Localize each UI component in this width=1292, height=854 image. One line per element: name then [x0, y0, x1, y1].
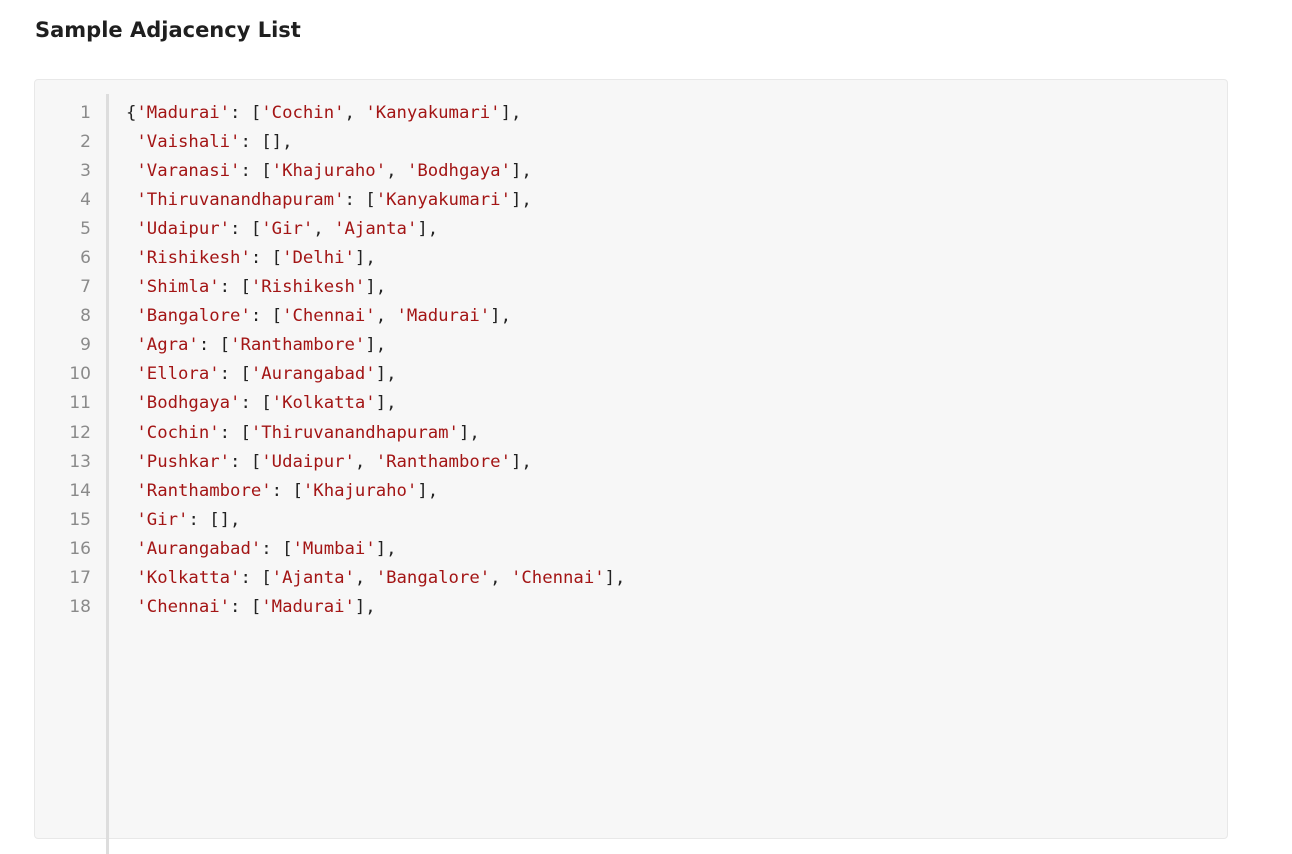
code-text: 'Cochin': ['Thiruvanandhapuram'],	[136, 422, 480, 443]
code-text: 'Thiruvanandhapuram': ['Kanyakumari'],	[136, 189, 532, 210]
code-line: 8 'Bangalore': ['Chennai', 'Madurai'],	[35, 302, 511, 331]
code-text: 'Rishikesh': ['Delhi'],	[136, 248, 376, 269]
line-number: 9	[80, 335, 91, 356]
code-line: 9 'Agra': ['Ranthambore'],	[35, 331, 386, 360]
code-line: 2 'Vaishali': [],	[35, 127, 292, 156]
code-block[interactable]: 1 {'Madurai': ['Cochin', 'Kanyakumari'], 2…	[34, 79, 1228, 854]
code-text: 'Aurangabad': ['Mumbai'],	[136, 538, 397, 559]
line-number: 12	[69, 422, 91, 443]
line-number: 2	[80, 131, 91, 152]
code-text: {'Madurai': ['Cochin', 'Kanyakumari'],	[126, 102, 522, 123]
line-number: 14	[69, 480, 91, 501]
line-number: 1	[80, 102, 91, 123]
line-number: 13	[69, 451, 91, 472]
code-text: 'Ellora': ['Aurangabad'],	[136, 364, 397, 385]
code-text: 'Bodhgaya': ['Kolkatta'],	[136, 393, 397, 414]
code-line: 14 'Ranthambore': ['Khajuraho'],	[35, 476, 438, 505]
line-number: 4	[80, 189, 91, 210]
code-line: 15 'Gir': [],	[35, 505, 240, 534]
code-line: 17 'Kolkatta': ['Ajanta', 'Bangalore', '…	[35, 564, 625, 593]
code-text: 'Chennai': ['Madurai'],	[136, 597, 376, 618]
code-text: 'Udaipur': ['Gir', 'Ajanta'],	[136, 218, 439, 239]
code-text: 'Shimla': ['Rishikesh'],	[136, 277, 387, 298]
line-number: 18	[69, 597, 91, 618]
line-number: 6	[80, 248, 91, 269]
line-number: 17	[69, 568, 91, 589]
gutter-divider	[106, 94, 109, 854]
code-line: 11 'Bodhgaya': ['Kolkatta'],	[35, 389, 396, 418]
code-text: 'Pushkar': ['Udaipur', 'Ranthambore'],	[136, 451, 532, 472]
code-line: 1 {'Madurai': ['Cochin', 'Kanyakumari'],	[35, 98, 521, 127]
line-number: 5	[80, 218, 91, 239]
code-line: 6 'Rishikesh': ['Delhi'],	[35, 243, 376, 272]
code-line: 7 'Shimla': ['Rishikesh'],	[35, 273, 386, 302]
code-text: 'Gir': [],	[136, 509, 241, 530]
code-line: 5 'Udaipur': ['Gir', 'Ajanta'],	[35, 214, 438, 243]
code-line: 10 'Ellora': ['Aurangabad'],	[35, 360, 396, 389]
line-number: 8	[80, 306, 91, 327]
code-line: 18 'Chennai': ['Madurai'],	[35, 593, 375, 622]
code-line: 16 'Aurangabad': ['Mumbai'],	[35, 534, 396, 563]
code-text: 'Kolkatta': ['Ajanta', 'Bangalore', 'Che…	[136, 568, 626, 589]
code-text: 'Vaishali': [],	[136, 131, 293, 152]
code-line: 4 'Thiruvanandhapuram': ['Kanyakumari'],	[35, 185, 532, 214]
code-text: 'Varanasi': ['Khajuraho', 'Bodhgaya'],	[136, 160, 532, 181]
line-number: 16	[69, 538, 91, 559]
line-number: 15	[69, 509, 91, 530]
code-text: 'Bangalore': ['Chennai', 'Madurai'],	[136, 306, 511, 327]
code-line: 12 'Cochin': ['Thiruvanandhapuram'],	[35, 418, 479, 447]
line-number: 7	[80, 277, 91, 298]
code-lines: 1 {'Madurai': ['Cochin', 'Kanyakumari'], 2…	[35, 98, 625, 622]
code-text: 'Ranthambore': ['Khajuraho'],	[136, 480, 439, 501]
code-line: 13 'Pushkar': ['Udaipur', 'Ranthambore']…	[35, 447, 531, 476]
section-heading: Sample Adjacency List	[35, 18, 301, 42]
line-number: 10	[69, 364, 91, 385]
code-text: 'Agra': ['Ranthambore'],	[136, 335, 387, 356]
line-number: 3	[80, 160, 91, 181]
line-number: 11	[69, 393, 91, 414]
code-line: 3 'Varanasi': ['Khajuraho', 'Bodhgaya'],	[35, 156, 532, 185]
